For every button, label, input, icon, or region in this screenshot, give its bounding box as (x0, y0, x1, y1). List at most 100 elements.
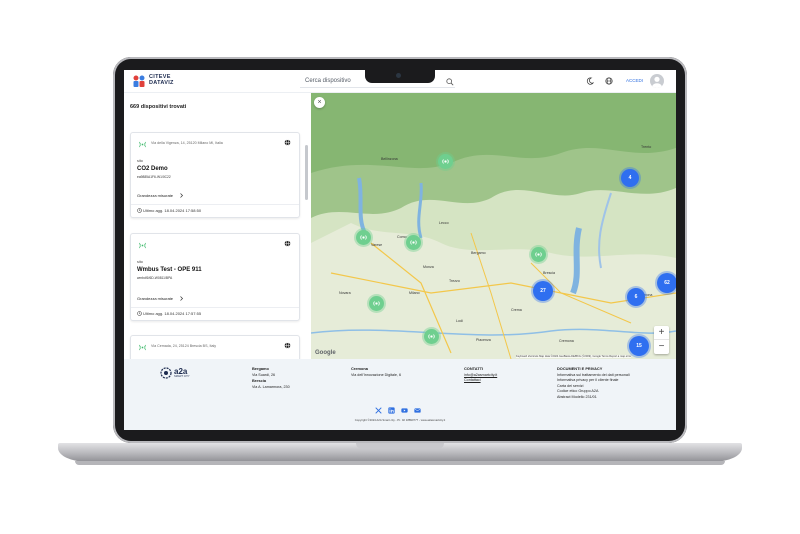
device-type-label: sito (137, 159, 143, 163)
map-city-label: Piacenza (476, 338, 491, 342)
search-placeholder: Cerca dispositivo (305, 78, 351, 84)
youtube-icon[interactable] (401, 407, 408, 414)
linkedin-icon[interactable] (388, 407, 395, 414)
language-globe-icon[interactable] (605, 77, 613, 85)
user-avatar-icon (652, 76, 662, 88)
measured-quantities-link[interactable]: Grandezza misurate (137, 193, 173, 198)
logo-icon[interactable] (132, 74, 146, 88)
device-card[interactable]: Via Cemada, 24, 25124 Brescia BS, Italy (130, 335, 300, 359)
last-updated: Ultimo agg. 18.04.2024 17:57:55 (143, 311, 202, 316)
device-count: 669 dispositivi trovati (130, 104, 187, 110)
map-cluster[interactable]: 6 (627, 288, 645, 306)
signal-icon (535, 252, 542, 257)
dark-mode-moon-icon[interactable] (586, 77, 594, 85)
signal-icon (442, 159, 449, 164)
map-city-label: Novara (339, 291, 351, 295)
product-mockup: CITEVE DATAVIZ Cerca dispositivo ACCEDI (0, 0, 800, 534)
map-city-label: Monza (423, 265, 434, 269)
chevron-right-icon (180, 193, 183, 198)
signal-icon (139, 344, 146, 351)
device-type-label: sito (137, 260, 143, 264)
map-city-label: Como (397, 235, 407, 239)
globe-icon[interactable] (284, 240, 291, 247)
office-address: Via dell'Innovazione Digitale, 6 (351, 372, 402, 377)
document-link[interactable]: Informativa sul trattamento dei dati per… (557, 373, 630, 377)
laptop-feet (75, 461, 725, 465)
device-marker[interactable] (531, 247, 546, 262)
contact-email-link[interactable]: info@a2asmartcity.it (464, 373, 497, 377)
zoom-out-button[interactable]: − (654, 340, 669, 354)
document-link[interactable]: Abstract Modello 231/01 (557, 395, 597, 399)
avatar[interactable] (650, 74, 664, 88)
card-divider (131, 307, 299, 308)
office-address: Via A. Lamarmora, 230 (252, 384, 290, 389)
clock-icon (137, 208, 142, 213)
map-zoom-control: + − (654, 326, 669, 354)
device-marker[interactable] (406, 235, 421, 250)
signal-icon (410, 240, 417, 245)
last-updated: Ultimo agg. 18.04.2024 17:58:50 (143, 208, 202, 213)
map-city-label: Milano (409, 291, 420, 295)
device-card[interactable]: Via della Vigenza, 14, 25120 Milano MI, … (130, 132, 300, 218)
chevron-right-icon (180, 296, 183, 301)
map-view[interactable]: Varese Como Lecco Bergamo Brescia Milano… (311, 93, 676, 359)
device-address: Via della Vigenza, 14, 25120 Milano MI, … (151, 141, 223, 145)
footer-col-contacts: CONTATTI info@a2asmartcity.it Contattaci (464, 366, 497, 384)
office-title: Cremona (351, 366, 368, 371)
device-name: Wmbus Test - OPE 911 (137, 267, 202, 273)
signal-icon (373, 301, 380, 306)
map-city-label: Cremona (559, 339, 574, 343)
device-marker[interactable] (438, 154, 453, 169)
device-code: wmbdf1f6D-W0811/BPA (137, 276, 173, 280)
laptop-base-notch (356, 443, 444, 449)
office-title: Brescia (252, 378, 267, 384)
document-link[interactable]: Informativa privacy per il cliente final… (557, 378, 619, 382)
globe-icon[interactable] (284, 342, 291, 349)
globe-icon[interactable] (284, 139, 291, 146)
map-city-label: Varese (371, 243, 383, 247)
email-icon[interactable] (414, 407, 421, 414)
footer-col-documents: DOCUMENTI E PRIVACY Informativa sul trat… (557, 366, 630, 401)
map-attribution[interactable]: Keyboard shortcuts Map data ©2024 GeoBas… (516, 355, 632, 358)
x-twitter-icon[interactable] (375, 407, 382, 414)
logo-text: CITEVE DATAVIZ (149, 74, 174, 86)
contact-us-link[interactable]: Contattaci (464, 378, 481, 382)
footer-col-cremona: Cremona Via dell'Innovazione Digitale, 6 (351, 366, 401, 378)
signal-icon (139, 242, 146, 249)
device-marker[interactable] (369, 296, 384, 311)
map-cluster[interactable]: 15 (629, 336, 649, 356)
map-city-label: Bergamo (471, 251, 486, 255)
map-city-label: Crema (511, 308, 522, 312)
document-link[interactable]: Codice etico Gruppo A2A (557, 389, 598, 393)
measured-quantities-link[interactable]: Grandezza misurate (137, 296, 173, 301)
contacts-title: CONTATTI (464, 366, 484, 371)
map-city-label: Bellinzona (381, 157, 398, 161)
logo-line-2: DATAVIZ (149, 80, 174, 86)
map-city-label: Lodi (456, 319, 463, 323)
map-cluster[interactable]: 62 (657, 273, 676, 293)
map-city-label: Brescia (543, 271, 555, 275)
office-address: Via Suardi, 26 (252, 372, 276, 377)
map-city-label: Trezzo (449, 279, 460, 283)
map-cluster[interactable]: 27 (533, 281, 553, 301)
device-name: CO2 Demo (137, 166, 168, 172)
device-marker[interactable] (424, 329, 439, 344)
device-card[interactable]: sito Wmbus Test - OPE 911 wmbdf1f6D-W081… (130, 233, 300, 321)
office-title: Bergamo (252, 366, 269, 371)
signal-icon (139, 141, 146, 148)
close-panel-button[interactable]: × (314, 97, 325, 108)
card-divider (131, 204, 299, 205)
zoom-in-button[interactable]: + (654, 326, 669, 340)
login-button[interactable]: ACCEDI (626, 78, 643, 83)
device-marker[interactable] (356, 230, 371, 245)
search-icon[interactable] (446, 78, 454, 86)
google-logo: Google (315, 350, 336, 356)
device-code: ea9885A1F6-W1/0C22 (137, 175, 171, 179)
document-link[interactable]: Carta dei servizi (557, 384, 583, 388)
map-cluster[interactable]: 4 (621, 169, 639, 187)
map-terrain (311, 93, 676, 359)
list-scrollbar[interactable] (305, 145, 308, 200)
brand-subtitle: SMART CITY (174, 375, 190, 378)
clock-icon (137, 311, 142, 316)
a2a-logo-icon (160, 367, 172, 379)
